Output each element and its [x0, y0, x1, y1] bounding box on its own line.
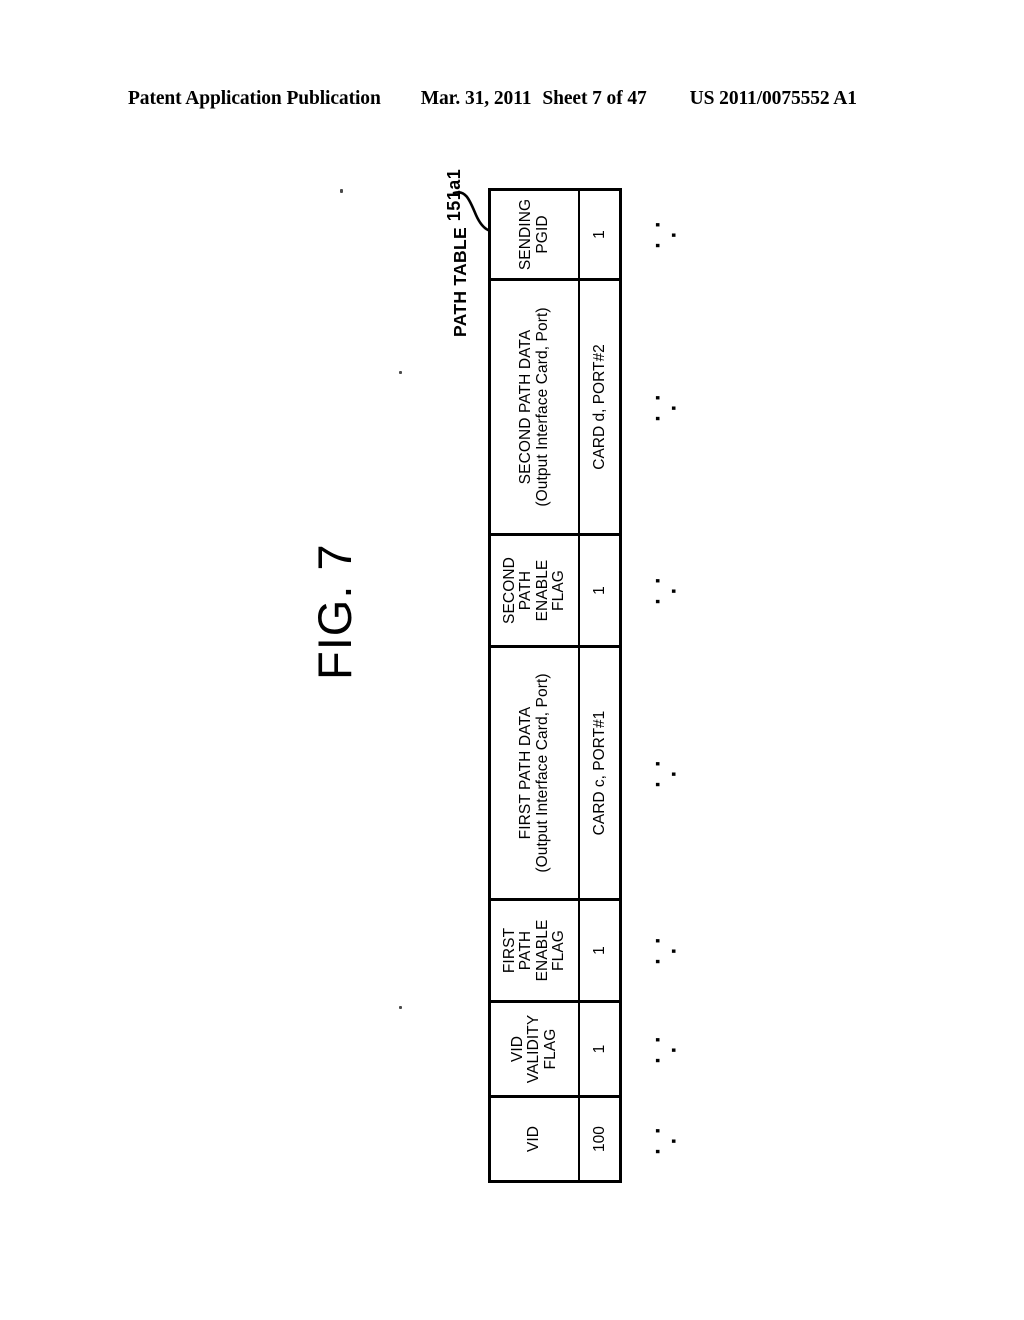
- path-table: VID 100 VID VALIDITY FLAG 1 FIRST PATH ENABL…: [488, 188, 622, 1183]
- column-value: 1: [580, 536, 622, 645]
- column-header: FIRST PATH DATA (Output Interface Card, …: [488, 648, 580, 898]
- column-header: SECOND PATH DATA (Output Interface Card,…: [488, 281, 580, 533]
- table-column: SENDING PGID 1: [488, 188, 622, 278]
- column-value: 100: [580, 1098, 622, 1180]
- column-header: SENDING PGID: [488, 191, 580, 278]
- table-column: FIRST PATH DATA (Output Interface Card, …: [488, 645, 622, 898]
- column-value: 1: [580, 1003, 622, 1095]
- ellipsis: · · ·: [645, 933, 688, 965]
- sheet-number: Sheet 7 of 47: [542, 88, 647, 109]
- column-header: SECOND PATH ENABLE FLAG: [488, 536, 580, 645]
- scan-artifact: [340, 189, 343, 193]
- ellipsis: · · ·: [645, 573, 688, 605]
- publication-number: US 2011/0075552 A1: [689, 88, 857, 109]
- ellipsis: · · ·: [645, 755, 688, 788]
- column-value: 1: [580, 191, 622, 278]
- table-column: FIRST PATH ENABLE FLAG 1: [488, 898, 622, 1000]
- publication-title: Patent Application Publication: [128, 88, 381, 109]
- column-header: VID: [488, 1098, 580, 1180]
- scan-artifact: [399, 371, 402, 374]
- table-continuation-ellipsis: · · · · · · · · · · · · · · · · · · · · ·: [622, 188, 692, 1183]
- path-table-grid: VID 100 VID VALIDITY FLAG 1 FIRST PATH ENABL…: [488, 188, 622, 1183]
- path-table-caption: PATH TABLE: [450, 227, 470, 337]
- column-value: 1: [580, 901, 622, 1000]
- column-value: CARD d, PORT#2: [580, 281, 622, 533]
- column-header: VID VALIDITY FLAG: [488, 1003, 580, 1095]
- patent-header: Patent Application Publication Mar. 31, …: [128, 88, 896, 114]
- table-column: SECOND PATH ENABLE FLAG 1: [488, 533, 622, 645]
- figure-label: FIG. 7: [308, 543, 361, 680]
- ellipsis: · · ·: [645, 389, 688, 422]
- table-column: SECOND PATH DATA (Output Interface Card,…: [488, 278, 622, 533]
- publication-date: Mar. 31, 2011: [420, 88, 532, 109]
- scan-artifact: [399, 1006, 402, 1009]
- table-column: VID VALIDITY FLAG 1: [488, 1000, 622, 1095]
- column-header: FIRST PATH ENABLE FLAG: [488, 901, 580, 1000]
- ellipsis: · · ·: [645, 217, 688, 249]
- table-column: VID 100: [488, 1095, 622, 1183]
- ellipsis: · · ·: [645, 1123, 688, 1155]
- ellipsis: · · ·: [645, 1031, 688, 1064]
- column-value: CARD c, PORT#1: [580, 648, 622, 898]
